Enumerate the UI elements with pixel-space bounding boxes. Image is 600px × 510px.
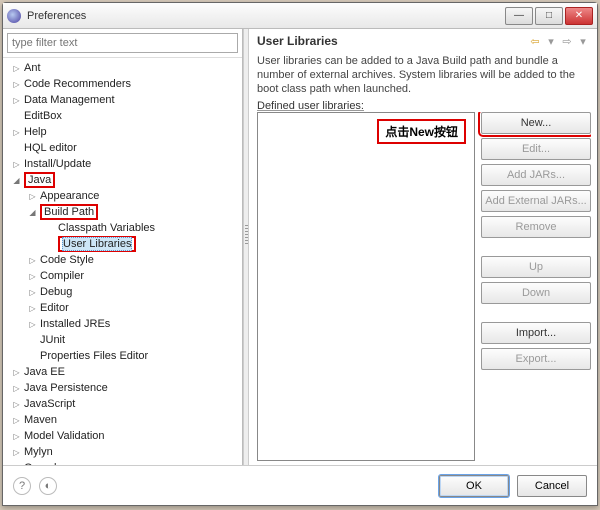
tree-item-user-libraries[interactable]: User Libraries xyxy=(5,236,242,252)
tree-item-data-management[interactable]: ▷Data Management xyxy=(5,92,242,108)
help-icon[interactable]: ? xyxy=(13,477,31,495)
import-button[interactable]: Import... xyxy=(481,322,591,344)
tree-item-install-update[interactable]: ▷Install/Update xyxy=(5,156,242,172)
add-external-jars-button: Add External JARs... xyxy=(481,190,591,212)
add-jars-button: Add JARs... xyxy=(481,164,591,186)
highlight-java: Java xyxy=(24,172,55,188)
ok-button[interactable]: OK xyxy=(439,475,509,497)
tree-item-ant[interactable]: ▷Ant xyxy=(5,60,242,76)
expand-icon: ▷ xyxy=(11,447,22,458)
expand-icon: ▷ xyxy=(27,287,38,298)
tree-item-code-style[interactable]: ▷Code Style xyxy=(5,252,242,268)
libraries-listbox[interactable]: 点击New按钮 xyxy=(257,112,475,461)
back-icon[interactable]: ⇦ xyxy=(527,33,543,49)
tree-item-code-recommenders[interactable]: ▷Code Recommenders xyxy=(5,76,242,92)
annotation-callout: 点击New按钮 xyxy=(377,119,466,144)
tree-item-model-validation[interactable]: ▷Model Validation xyxy=(5,428,242,444)
expand-icon: ▷ xyxy=(27,303,38,314)
expand-icon: ▷ xyxy=(11,383,22,394)
expand-icon: ▷ xyxy=(27,271,38,282)
tree-item-java[interactable]: ◢Java xyxy=(5,172,242,188)
expand-icon: ▷ xyxy=(11,95,22,106)
selected-item: User Libraries xyxy=(62,237,132,251)
preferences-window: Preferences — □ ✕ ▷Ant ▷Code Recommender… xyxy=(2,2,598,506)
close-button[interactable]: ✕ xyxy=(565,7,593,25)
tree-item-editor[interactable]: ▷Editor xyxy=(5,300,242,316)
highlight-user-libraries: User Libraries xyxy=(58,236,136,252)
tree-item-java-ee[interactable]: ▷Java EE xyxy=(5,364,242,380)
filter-input[interactable] xyxy=(7,33,238,53)
left-panel: ▷Ant ▷Code Recommenders ▷Data Management… xyxy=(3,29,243,465)
blank-icon xyxy=(27,351,38,362)
expand-icon: ▷ xyxy=(11,399,22,410)
expand-icon: ▷ xyxy=(11,367,22,378)
forward-icon[interactable]: ⇨ xyxy=(559,33,575,49)
tree-item-editbox[interactable]: EditBox xyxy=(5,108,242,124)
right-panel: User Libraries ⇦ ▾ ⇨ ▾ User libraries ca… xyxy=(249,29,597,465)
tree-item-installed-jres[interactable]: ▷Installed JREs xyxy=(5,316,242,332)
expand-icon: ▷ xyxy=(11,127,22,138)
maximize-button[interactable]: □ xyxy=(535,7,563,25)
down-button: Down xyxy=(481,282,591,304)
tree-item-properties-files-editor[interactable]: Properties Files Editor xyxy=(5,348,242,364)
progress-icon[interactable]: ◐ xyxy=(39,477,57,495)
tree-item-maven[interactable]: ▷Maven xyxy=(5,412,242,428)
page-title: User Libraries xyxy=(257,34,527,48)
tree-item-compiler[interactable]: ▷Compiler xyxy=(5,268,242,284)
tree-item-junit[interactable]: JUnit xyxy=(5,332,242,348)
blank-icon xyxy=(11,111,22,122)
cancel-button[interactable]: Cancel xyxy=(517,475,587,497)
remove-button: Remove xyxy=(481,216,591,238)
preferences-tree[interactable]: ▷Ant ▷Code Recommenders ▷Data Management… xyxy=(3,57,242,465)
expand-icon: ▷ xyxy=(27,191,38,202)
tree-item-javascript[interactable]: ▷JavaScript xyxy=(5,396,242,412)
tree-item-hql-editor[interactable]: HQL editor xyxy=(5,140,242,156)
export-button: Export... xyxy=(481,348,591,370)
tree-item-mylyn[interactable]: ▷Mylyn xyxy=(5,444,242,460)
tree-item-help[interactable]: ▷Help xyxy=(5,124,242,140)
blank-icon xyxy=(27,335,38,346)
minimize-button[interactable]: — xyxy=(505,7,533,25)
expand-icon: ▷ xyxy=(11,415,22,426)
expand-icon: ▷ xyxy=(11,431,22,442)
blank-icon xyxy=(45,223,56,234)
button-column: New... Edit... Add JARs... Add External … xyxy=(481,112,591,461)
expand-icon: ▷ xyxy=(11,79,22,90)
description-text: User libraries can be added to a Java Bu… xyxy=(257,55,591,96)
expand-icon: ▷ xyxy=(11,63,22,74)
expand-icon: ▷ xyxy=(27,319,38,330)
expand-icon: ▷ xyxy=(11,159,22,170)
collapse-icon: ◢ xyxy=(27,207,38,218)
defined-libraries-label: Defined user libraries: xyxy=(257,100,591,112)
collapse-icon: ◢ xyxy=(11,175,22,186)
footer-bar: ? ◐ OK Cancel xyxy=(3,465,597,505)
titlebar[interactable]: Preferences — □ ✕ xyxy=(3,3,597,29)
new-button[interactable]: New... xyxy=(481,112,591,134)
tree-item-build-path[interactable]: ◢Build Path xyxy=(5,204,242,220)
tree-item-appearance[interactable]: ▷Appearance xyxy=(5,188,242,204)
up-button: Up xyxy=(481,256,591,278)
sash-divider[interactable] xyxy=(243,29,249,465)
window-title: Preferences xyxy=(27,10,505,22)
eclipse-icon xyxy=(7,9,21,23)
chevron-down-icon[interactable]: ▾ xyxy=(543,33,559,49)
tree-item-debug[interactable]: ▷Debug xyxy=(5,284,242,300)
tree-item-java-persistence[interactable]: ▷Java Persistence xyxy=(5,380,242,396)
chevron-down-icon[interactable]: ▾ xyxy=(575,33,591,49)
tree-item-classpath-variables[interactable]: Classpath Variables xyxy=(5,220,242,236)
highlight-build-path: Build Path xyxy=(40,204,98,220)
blank-icon xyxy=(11,143,22,154)
edit-button: Edit... xyxy=(481,138,591,160)
expand-icon: ▷ xyxy=(27,255,38,266)
blank-icon xyxy=(45,239,56,250)
